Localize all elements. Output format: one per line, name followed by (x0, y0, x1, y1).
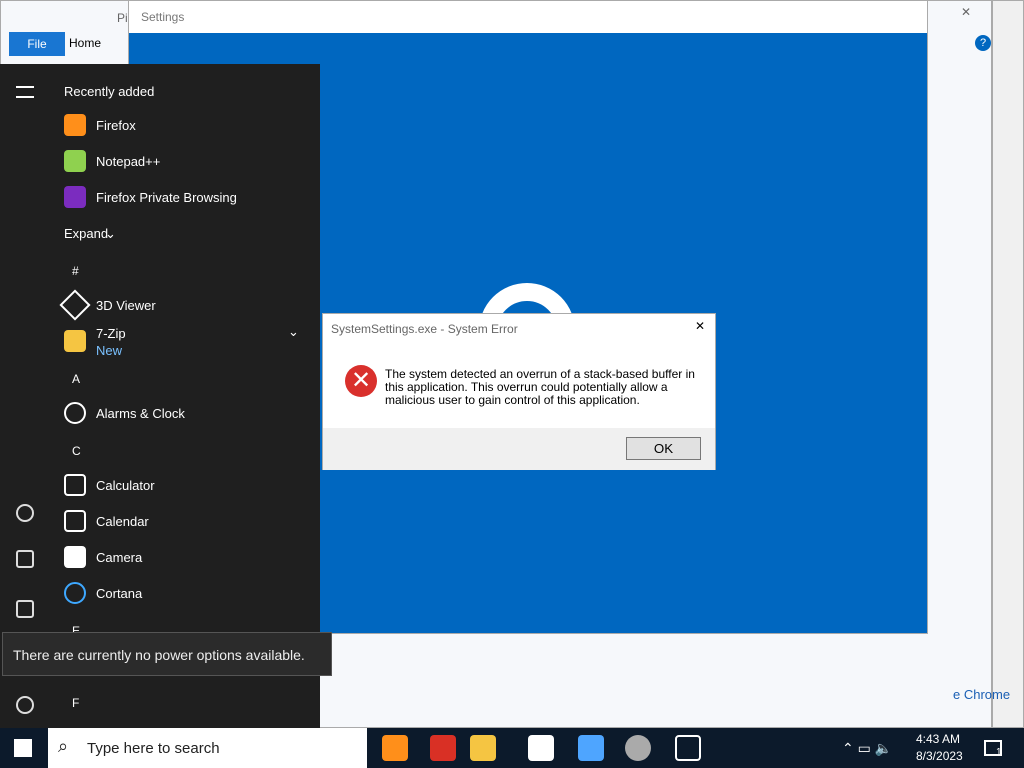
cortana-icon (64, 582, 86, 604)
settings-title: Settings (141, 10, 185, 24)
recently-added-label: Recently added (64, 84, 155, 99)
chrome-label: e Chrome (953, 687, 1011, 702)
chevron-down-icon: ⌄ (105, 226, 116, 241)
explorer-icon-text: Pi (117, 11, 128, 25)
taskbar: ⌕ Type here to search ⌃ ▭ 🔈 4:43 AM 8/3/2… (0, 728, 1024, 768)
alarms-clock-icon (64, 402, 86, 424)
app-camera[interactable]: Camera (96, 550, 142, 565)
help-icon[interactable]: ? (975, 35, 991, 51)
app-notepad-plus-plus[interactable]: Notepad++ (96, 154, 160, 169)
section-c: C (72, 444, 81, 458)
user-icon[interactable] (16, 504, 34, 522)
3d-viewer-icon (59, 289, 91, 321)
home-label: Home (69, 36, 102, 50)
right-window: e Chrome (953, 0, 1024, 728)
app-3d-viewer[interactable]: 3D Viewer (96, 298, 156, 313)
app-firefox-private-browsing[interactable]: Firefox Private Browsing (96, 190, 237, 205)
app-alarms-clock[interactable]: Alarms & Clock (96, 406, 185, 421)
app-calculator[interactable]: Calculator (96, 478, 155, 493)
camera-icon (64, 546, 86, 568)
error-icon: ✕ (345, 365, 377, 397)
windows-start-icon[interactable] (14, 739, 32, 757)
dialog-title: SystemSettings.exe - System Error (331, 322, 518, 336)
documents-icon[interactable] (16, 550, 34, 568)
dialog-message: The system detected an overrun of a stac… (385, 367, 695, 407)
start-menu: Recently added Firefox Notepad++ Firefox… (0, 64, 332, 728)
new-badge: New (96, 343, 123, 358)
search-placeholder: Type here to search (87, 740, 220, 757)
firefox-private-browsing-icon (64, 186, 86, 208)
firefox-taskbar-icon[interactable] (382, 735, 408, 761)
calculator-icon (64, 474, 86, 496)
section-hash: # (72, 264, 79, 278)
pictures-icon[interactable] (16, 600, 34, 618)
section-a: A (72, 372, 81, 386)
settings-taskbar-icon[interactable] (625, 735, 651, 761)
app-cortana[interactable]: Cortana (96, 586, 142, 601)
menu-icon[interactable] (16, 86, 34, 98)
firefox-icon (64, 114, 86, 136)
calendar-icon (64, 510, 86, 532)
notepad-plus-plus-icon (64, 150, 86, 172)
system-tray-icons[interactable]: ⌃ ▭ 🔈 (842, 740, 892, 757)
chevron-down-icon[interactable]: ⌄ (288, 324, 299, 340)
7-zip-folder-icon (64, 330, 86, 352)
dialog-button-bar: OK (323, 428, 715, 470)
file-tab[interactable]: File (9, 32, 65, 56)
notification-count: 1 (996, 747, 1002, 758)
puzzle-app-taskbar-icon[interactable] (578, 735, 604, 761)
dialog-close-icon[interactable]: ✕ (695, 319, 705, 333)
file-explorer-taskbar-icon[interactable] (470, 735, 496, 761)
section-f: F (72, 696, 80, 710)
clock-date: 8/3/2023 (916, 749, 963, 763)
app-calendar[interactable]: Calendar (96, 514, 149, 529)
app-firefox[interactable]: Firefox (96, 118, 136, 133)
tooltip-text: There are currently no power options ava… (13, 647, 305, 663)
file-label: File (27, 37, 47, 51)
app-7-zip[interactable]: 7-Zip (96, 326, 126, 341)
explorer-close-icon[interactable]: ✕ (961, 5, 971, 19)
power-icon[interactable] (16, 696, 34, 714)
chrome-taskbar-icon[interactable] (430, 735, 456, 761)
power-options-tooltip: There are currently no power options ava… (2, 632, 332, 676)
error-dialog: SystemSettings.exe - System Error ✕ ✕ Th… (322, 313, 716, 470)
window-app-taskbar-icon[interactable] (675, 735, 701, 761)
notification-icon[interactable]: 1 (984, 740, 1002, 758)
search-icon: ⌕ (58, 736, 69, 756)
ok-button[interactable]: OK (626, 437, 701, 460)
expand-link[interactable]: Expand (64, 226, 108, 241)
clock-time: 4:43 AM (916, 732, 961, 746)
microsoft-store-taskbar-icon[interactable] (528, 735, 554, 761)
settings-titlebar: Settings (129, 1, 927, 33)
search-box[interactable]: ⌕ Type here to search (48, 728, 367, 768)
home-tab[interactable]: Home (69, 36, 101, 50)
